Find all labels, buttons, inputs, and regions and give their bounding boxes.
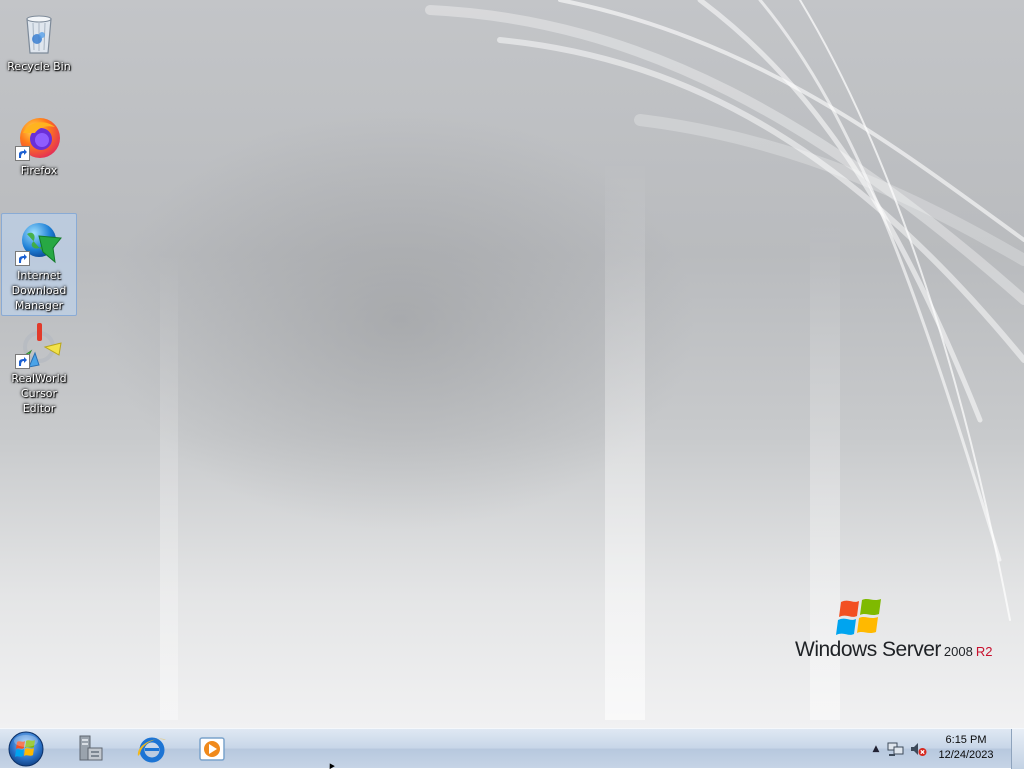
show-desktop-button[interactable] [1011, 729, 1024, 769]
brand-version: 2008 [943, 644, 973, 659]
taskbar-internet-explorer[interactable] [124, 731, 180, 767]
windows-flag-logo-icon [836, 599, 881, 635]
firefox-icon [15, 113, 63, 161]
desktop-icon-label: Firefox [20, 164, 58, 177]
shortcut-arrow-icon [15, 251, 30, 266]
clock-time: 6:15 PM [945, 734, 987, 746]
taskbar-clock[interactable]: 6:15 PM 12/24/2023 [934, 733, 998, 763]
desktop-icon-label: RealWorld Cursor Editor [11, 372, 67, 415]
start-button[interactable] [6, 730, 46, 768]
taskbar: ▲ 6:15 PM 12/24/2023 [0, 728, 1024, 769]
recycle-bin-icon [15, 9, 63, 57]
windows-server-branding: Windows Server 2008 R2 [795, 598, 1005, 668]
internet-explorer-icon [137, 737, 166, 763]
brand-release: R2 [975, 644, 993, 659]
brand-windows-server: Windows Server [795, 638, 941, 661]
network-icon[interactable] [887, 741, 904, 757]
desktop-icon-internet-download-manager[interactable]: Internet Download Manager [1, 213, 77, 316]
server-manager-icon [79, 735, 103, 761]
taskbar-server-manager[interactable] [62, 731, 118, 767]
cursor-editor-icon [15, 321, 63, 369]
desktop-icon-firefox[interactable]: Firefox [1, 108, 77, 181]
shortcut-arrow-icon [15, 146, 30, 161]
windows-orb-icon [8, 731, 44, 767]
volume-muted-icon[interactable] [910, 741, 927, 757]
desktop: Recycle Bin Firefox Internet Download Ma… [0, 0, 1024, 728]
desktop-icon-label: Internet Download Manager [11, 269, 67, 312]
desktop-icon-label: Recycle Bin [7, 60, 71, 73]
shortcut-arrow-icon [15, 354, 30, 369]
media-player-icon [199, 737, 225, 761]
idm-globe-icon [15, 218, 63, 266]
desktop-icon-realworld-cursor-editor[interactable]: RealWorld Cursor Editor [1, 316, 77, 419]
system-tray: ▲ 6:15 PM 12/24/2023 [864, 729, 1024, 769]
taskbar-media-player[interactable] [184, 731, 240, 767]
clock-date: 12/24/2023 [938, 749, 994, 761]
desktop-icon-recycle-bin[interactable]: Recycle Bin [1, 4, 77, 77]
show-hidden-icons-button[interactable]: ▲ [870, 743, 882, 755]
